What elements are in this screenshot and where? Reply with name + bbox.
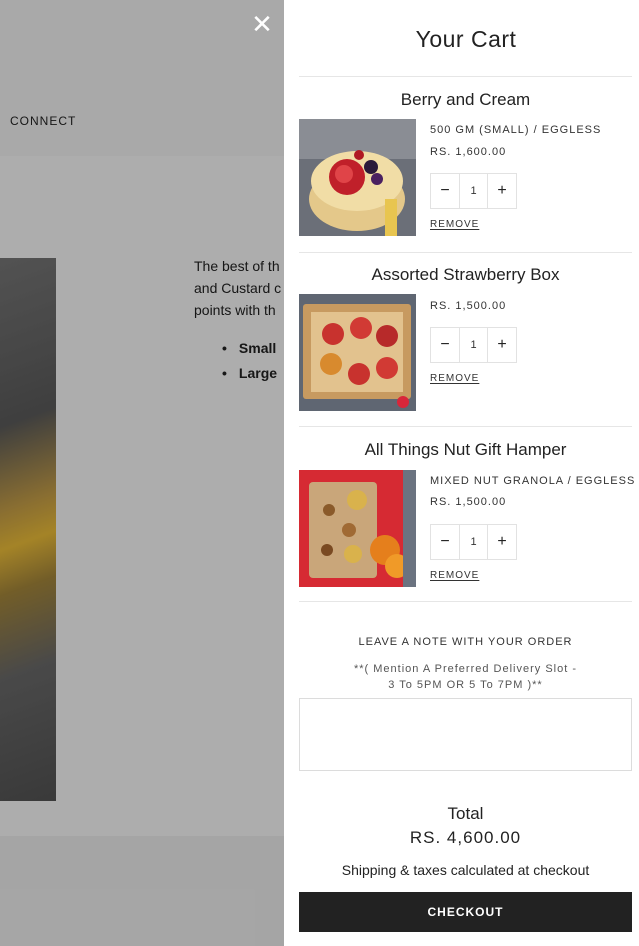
order-note-textarea[interactable]: [299, 698, 632, 771]
cart-drawer: Your Cart Berry and Cream 500 GM (SMALL)…: [284, 0, 639, 946]
cart-item-name[interactable]: Assorted Strawberry Box: [299, 265, 632, 285]
plus-icon[interactable]: +: [488, 174, 516, 208]
total-value: RS. 4,600.00: [409, 828, 522, 847]
close-icon[interactable]: ✕: [250, 12, 274, 38]
cart-item-price: RS. 1,500.00: [430, 496, 507, 508]
minus-icon[interactable]: −: [431, 328, 459, 362]
quantity-value[interactable]: 1: [459, 174, 488, 208]
cart-title: Your Cart: [415, 26, 517, 52]
remove-button[interactable]: REMOVE: [430, 373, 479, 384]
quantity-stepper: − 1 +: [430, 327, 517, 363]
minus-icon[interactable]: −: [431, 174, 459, 208]
cart-item-name[interactable]: Berry and Cream: [299, 90, 632, 110]
divider: [299, 252, 632, 253]
cart-item-variant: 500 GM (SMALL) / EGGLESS: [430, 124, 602, 136]
hint-line: 3 To 5PM OR 5 To 7PM )**: [388, 679, 543, 691]
quantity-stepper: − 1 +: [430, 173, 517, 209]
order-note-label: LEAVE A NOTE WITH YOUR ORDER: [358, 636, 573, 648]
cart-item-price: RS. 1,500.00: [430, 300, 507, 312]
remove-button[interactable]: REMOVE: [430, 570, 479, 581]
strawberry-box-image[interactable]: [299, 294, 416, 411]
quantity-stepper: − 1 +: [430, 524, 517, 560]
total-label: Total: [447, 804, 484, 823]
divider: [299, 426, 632, 427]
cart-item-price: RS. 1,600.00: [430, 146, 507, 158]
hint-line: **( Mention A Preferred Delivery Slot -: [353, 663, 578, 675]
cart-item-variant: MIXED NUT GRANOLA / EGGLESS: [430, 475, 636, 487]
quantity-value[interactable]: 1: [459, 525, 488, 559]
divider: [299, 76, 632, 77]
shipping-note: Shipping & taxes calculated at checkout: [341, 862, 590, 878]
plus-icon[interactable]: +: [488, 328, 516, 362]
divider: [299, 601, 632, 602]
nut-gift-hamper-image[interactable]: [299, 470, 416, 587]
order-note-hint: **( Mention A Preferred Delivery Slot - …: [324, 661, 607, 693]
minus-icon[interactable]: −: [431, 525, 459, 559]
quantity-value[interactable]: 1: [459, 328, 488, 362]
plus-icon[interactable]: +: [488, 525, 516, 559]
berry-cream-cake-image[interactable]: [299, 119, 416, 236]
cart-item-name[interactable]: All Things Nut Gift Hamper: [299, 440, 632, 460]
checkout-button[interactable]: CHECKOUT: [299, 892, 632, 932]
remove-button[interactable]: REMOVE: [430, 219, 479, 230]
